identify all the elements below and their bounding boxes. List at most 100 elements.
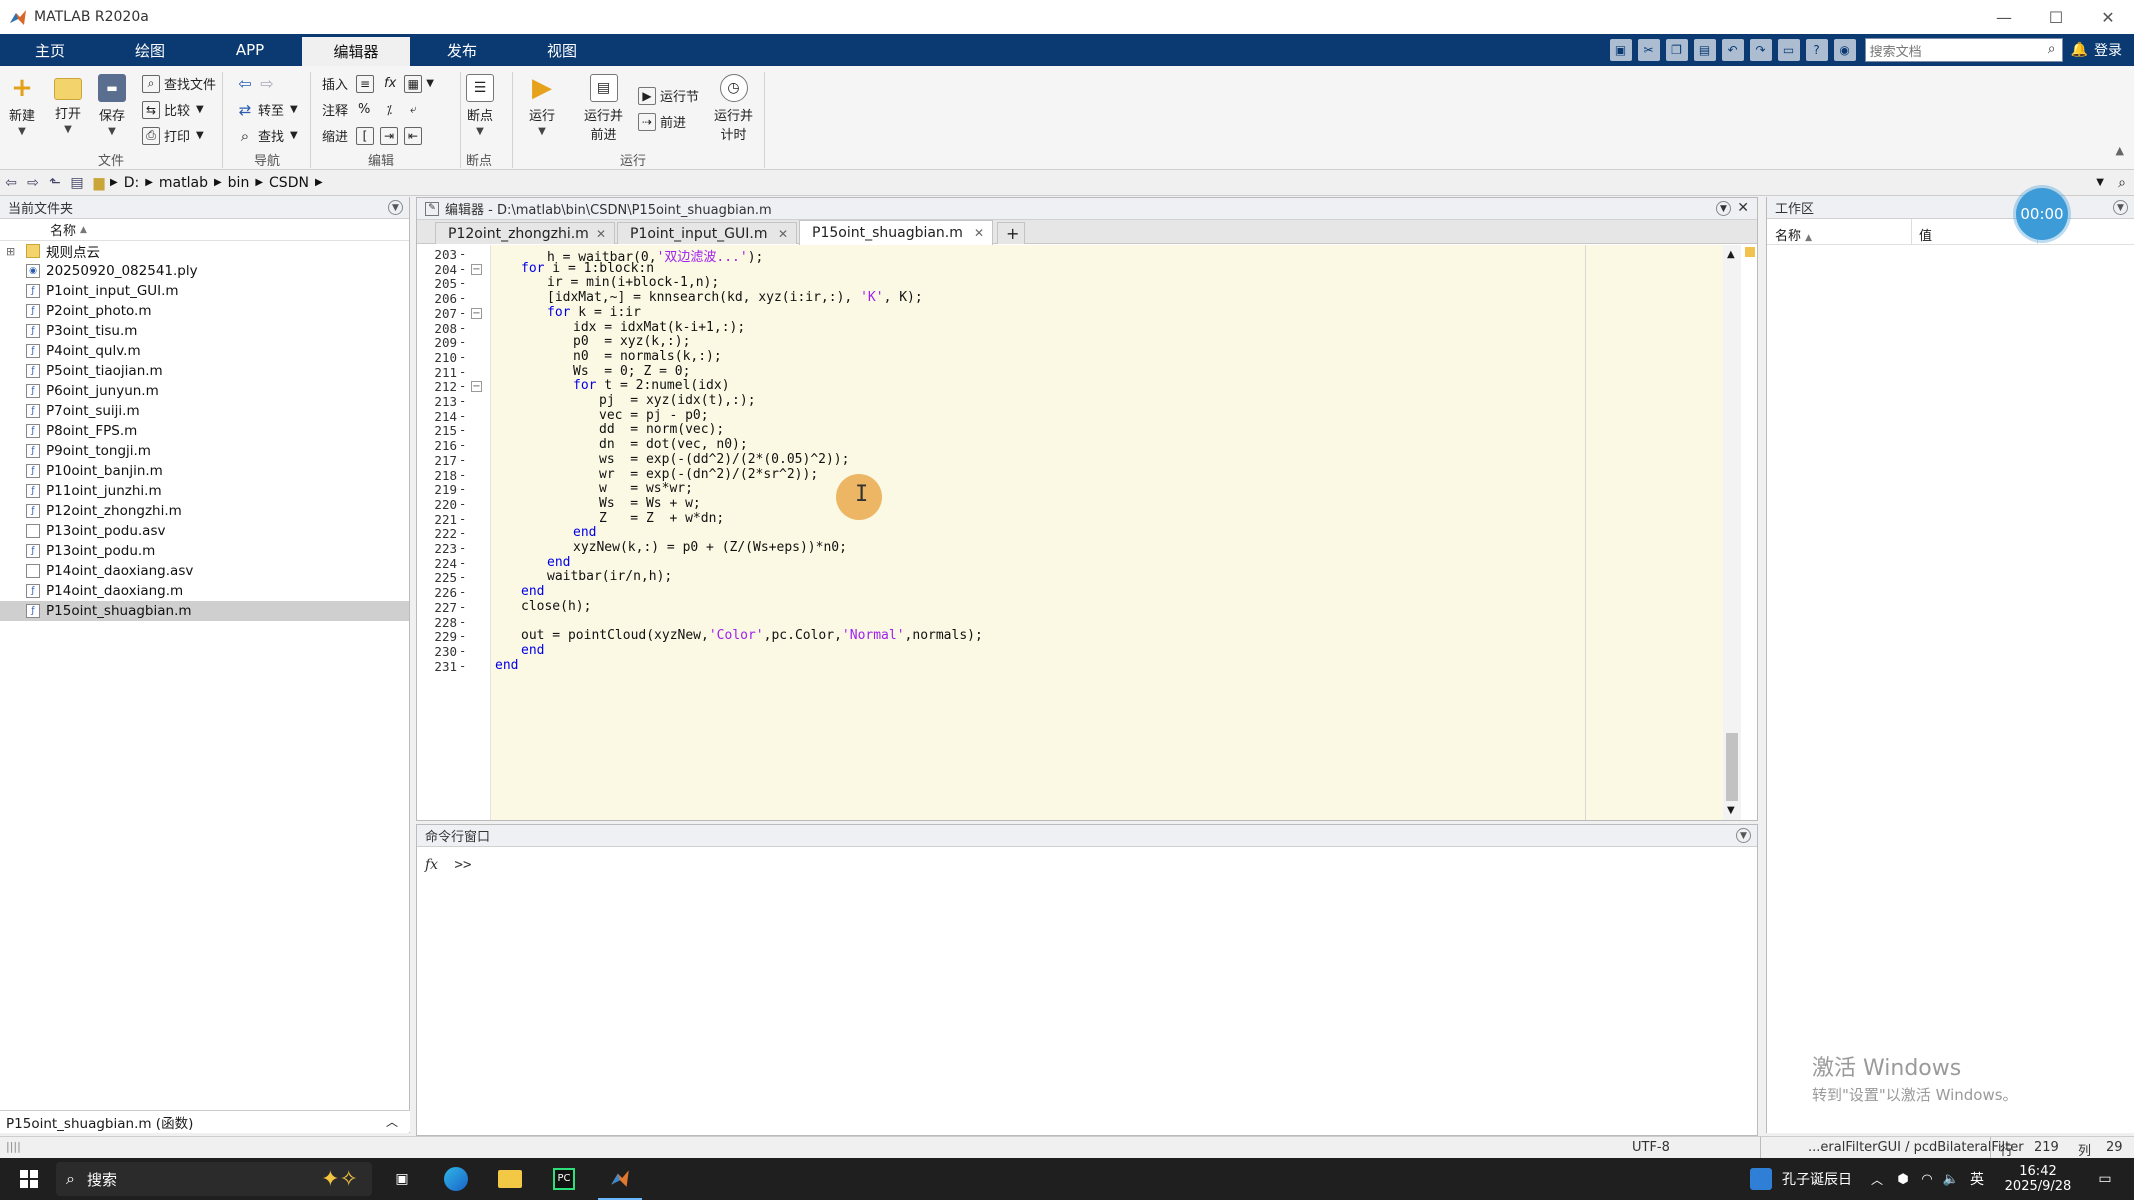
breakpoint-marker[interactable]: -: [459, 453, 466, 467]
search-icon[interactable]: ⌕: [2048, 41, 2056, 57]
breakpoint-marker[interactable]: -: [459, 512, 466, 526]
close-tab-icon[interactable]: ✕: [778, 227, 788, 241]
file-list-item[interactable]: ƒ P2oint_photo.m: [0, 301, 409, 321]
crumb-csdn[interactable]: CSDN: [269, 175, 309, 191]
open-button[interactable]: 打开 ▼: [54, 74, 82, 135]
breakpoint-marker[interactable]: -: [459, 615, 466, 629]
breakpoint-marker[interactable]: -: [459, 276, 466, 290]
system-tray-icon[interactable]: ⬢: [1892, 1158, 1914, 1200]
file-list-item[interactable]: ƒ P13oint_podu.m: [0, 541, 409, 561]
tab-editor[interactable]: 编辑器: [302, 37, 410, 66]
arrow-back-icon[interactable]: ⇦: [0, 175, 22, 191]
breakpoint-marker[interactable]: -: [459, 321, 466, 335]
panel-actions-icon[interactable]: ▼: [2113, 200, 2128, 215]
code-line[interactable]: out = pointCloud(xyzNew,'Color',pc.Color…: [521, 628, 983, 643]
file-list-item[interactable]: ƒ P9oint_tongji.m: [0, 441, 409, 461]
login-link[interactable]: 登录: [2094, 40, 2122, 60]
breakpoint-marker[interactable]: -: [459, 335, 466, 349]
scroll-up-icon[interactable]: ▲: [1727, 249, 1735, 260]
code-line[interactable]: idx = idxMat(k-i+1,:);: [573, 320, 745, 335]
panel-actions-icon[interactable]: ▼: [1716, 201, 1731, 216]
wrap-comment-icon[interactable]: ⤶: [404, 101, 422, 119]
panel-actions-icon[interactable]: ▼: [1736, 828, 1751, 843]
undo-icon[interactable]: ↶: [1721, 39, 1744, 61]
arrow-forward-icon[interactable]: ⇨: [258, 74, 276, 93]
increase-indent-icon[interactable]: ⇥: [380, 126, 399, 145]
arrow-back-icon[interactable]: ⇦: [236, 74, 254, 93]
code-line[interactable]: wr = exp(-(dn^2)/(2*sr^2));: [599, 467, 818, 482]
breakpoint-marker[interactable]: -: [459, 306, 466, 320]
code-line[interactable]: for t = 2:numel(idx): [573, 378, 730, 393]
run-button[interactable]: ▶ 运行 ▼: [528, 73, 556, 137]
save-button[interactable]: ▬ 保存 ▼: [98, 74, 126, 137]
community-icon[interactable]: ◉: [1833, 39, 1856, 61]
breakpoint-marker[interactable]: -: [459, 262, 466, 276]
help-icon[interactable]: ?: [1805, 39, 1828, 61]
breakpoint-marker[interactable]: -: [459, 659, 466, 673]
close-window-button[interactable]: ✕: [2082, 0, 2134, 34]
code-line[interactable]: n0 = normals(k,:);: [573, 349, 722, 364]
code-line[interactable]: for k = i:ir: [547, 305, 641, 320]
file-list-item[interactable]: ◉ 20250920_082541.ply: [0, 261, 409, 281]
uncomment-icon[interactable]: ⁒: [380, 101, 398, 119]
notification-center-icon[interactable]: ▭: [2090, 1158, 2120, 1200]
browse-folder-icon[interactable]: ▤: [66, 175, 88, 191]
search-documentation-input[interactable]: 搜索文档 ⌕: [1864, 38, 2063, 62]
scroll-thumb[interactable]: [1726, 733, 1738, 801]
file-details-bar[interactable]: P15oint_shuagbian.m (函数) ︿: [0, 1110, 410, 1132]
crumb-bin[interactable]: bin: [228, 175, 250, 191]
file-list-item[interactable]: ƒ P4oint_qulv.m: [0, 341, 409, 361]
workspace-col-name[interactable]: 名称 ▲: [1775, 225, 1812, 244]
file-list-item[interactable]: ƒ P5oint_tiaojian.m: [0, 361, 409, 381]
save-quick-icon[interactable]: ▣: [1609, 39, 1632, 61]
file-list-item[interactable]: ƒ P7oint_suiji.m: [0, 401, 409, 421]
code-line[interactable]: p0 = xyz(k,:);: [573, 334, 690, 349]
breakpoint-marker[interactable]: -: [459, 350, 466, 364]
tab-view[interactable]: 视图: [512, 34, 612, 66]
file-list-item[interactable]: ƒ P15oint_shuagbian.m: [0, 601, 409, 621]
paste-icon[interactable]: ▤: [1693, 39, 1716, 61]
editor-scrollbar[interactable]: ▲ ▼: [1723, 245, 1741, 820]
chevron-up-icon[interactable]: ︿: [1866, 1158, 1888, 1200]
comment-percent-icon[interactable]: %: [358, 102, 370, 117]
windows-start-icon[interactable]: [8, 1158, 50, 1200]
fold-toggle-icon[interactable]: −: [471, 263, 482, 275]
breakpoints-button[interactable]: ☰ 断点 ▼: [466, 74, 494, 137]
file-list-item[interactable]: P14oint_daoxiang.asv: [0, 561, 409, 581]
maximize-button[interactable]: ☐: [2030, 0, 2082, 34]
wifi-icon[interactable]: ◠: [1916, 1158, 1938, 1200]
breakpoint-marker[interactable]: -: [459, 482, 466, 496]
find-files-button[interactable]: ⌕ 查找文件: [142, 74, 216, 93]
panel-actions-icon[interactable]: ▼: [388, 200, 403, 215]
command-prompt[interactable]: fx >>: [425, 857, 471, 873]
fold-toggle-icon[interactable]: −: [471, 307, 482, 319]
find-button[interactable]: ⌕ 查找 ▼: [236, 126, 298, 146]
breakpoint-marker[interactable]: -: [459, 644, 466, 658]
breakpoint-marker[interactable]: -: [459, 438, 466, 452]
code-line[interactable]: ir = min(i+block-1,n);: [547, 275, 719, 290]
code-area[interactable]: 203-204-205-206-207-208-209-210-211-212-…: [417, 245, 1757, 820]
insert-function-icon[interactable]: fx: [384, 76, 396, 91]
compare-button[interactable]: ⇆ 比较 ▼: [142, 100, 204, 119]
tab-p1oint-input-gui[interactable]: P1oint_input_GUI.m ✕: [617, 222, 797, 244]
collapse-toolstrip-icon[interactable]: ▲: [2116, 144, 2124, 157]
file-list-item[interactable]: ƒ P3oint_tisu.m: [0, 321, 409, 341]
file-list-item[interactable]: ƒ P12oint_zhongzhi.m: [0, 501, 409, 521]
minimize-button[interactable]: —: [1978, 0, 2030, 34]
add-tab-button[interactable]: +: [997, 222, 1025, 244]
arrow-forward-icon[interactable]: ⇨: [22, 175, 44, 191]
breakpoint-marker[interactable]: -: [459, 629, 466, 643]
breakpoint-marker[interactable]: -: [459, 497, 466, 511]
breakpoint-marker[interactable]: -: [459, 541, 466, 555]
tab-publish[interactable]: 发布: [412, 34, 512, 66]
code-line[interactable]: ws = exp(-(dd^2)/(2*(0.05)^2));: [599, 452, 849, 467]
breakpoint-marker[interactable]: -: [459, 291, 466, 305]
expand-icon[interactable]: ⊞: [6, 245, 15, 258]
code-line[interactable]: end: [521, 643, 544, 658]
print-button[interactable]: ⎙ 打印 ▼: [142, 126, 204, 145]
code-line[interactable]: end: [573, 525, 596, 540]
goto-button[interactable]: ⇄ 转至 ▼: [236, 100, 298, 120]
file-list-item[interactable]: P13oint_podu.asv: [0, 521, 409, 541]
volume-icon[interactable]: 🔈: [1940, 1158, 1962, 1200]
close-tab-icon[interactable]: ✕: [974, 226, 984, 240]
